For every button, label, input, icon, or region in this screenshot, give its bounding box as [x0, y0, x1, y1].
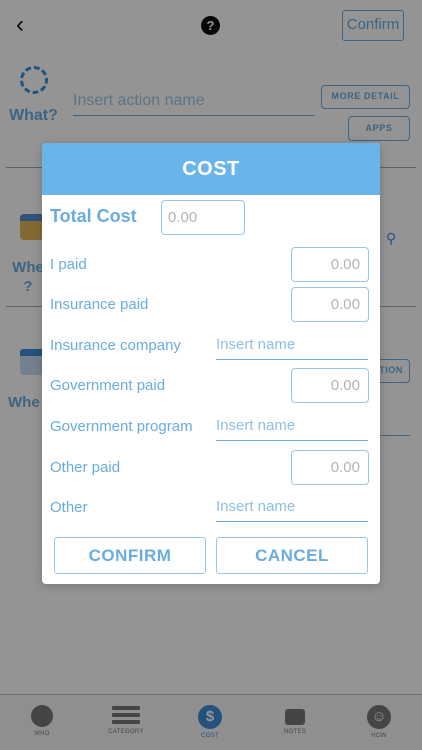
- government-program-input[interactable]: [216, 411, 368, 441]
- dialog-confirm-button[interactable]: CONFIRM: [54, 537, 206, 574]
- dialog-cancel-button[interactable]: CANCEL: [216, 537, 368, 574]
- government-paid-label: Government paid: [50, 377, 166, 394]
- insurance-paid-input[interactable]: [291, 287, 369, 322]
- insurance-company-input[interactable]: [216, 330, 368, 360]
- i-paid-label: I paid: [50, 256, 87, 273]
- government-paid-input[interactable]: [291, 368, 369, 403]
- insurance-paid-label: Insurance paid: [50, 296, 149, 313]
- other-paid-label: Other paid: [50, 459, 121, 476]
- other-name-input[interactable]: [216, 492, 368, 522]
- government-program-label: Government program: [50, 418, 193, 435]
- dialog-title: COST: [42, 143, 380, 195]
- other-label: Other: [50, 499, 88, 516]
- total-cost-label: Total Cost: [50, 206, 137, 226]
- total-cost-input[interactable]: [161, 200, 245, 235]
- insurance-company-label: Insurance company: [50, 337, 181, 354]
- other-paid-input[interactable]: [291, 450, 369, 485]
- i-paid-input[interactable]: [291, 247, 369, 282]
- cost-dialog: COST Total Cost I paid Insurance paid In…: [42, 143, 380, 584]
